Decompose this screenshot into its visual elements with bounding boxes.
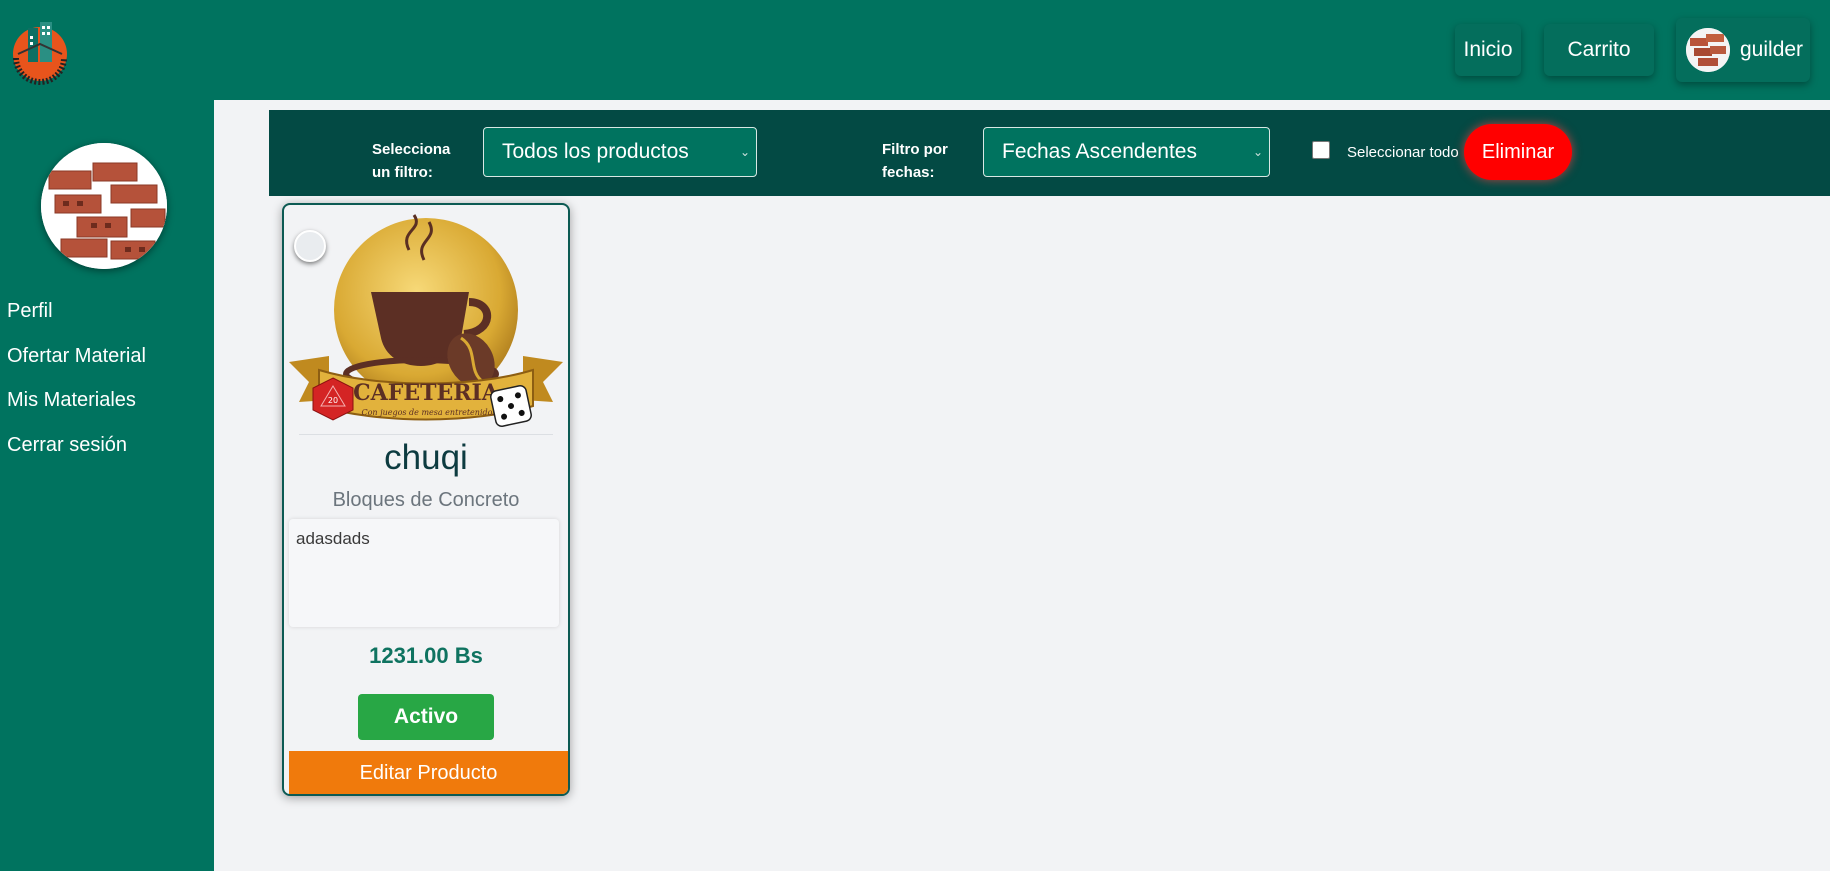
carrito-label: Carrito xyxy=(1567,38,1631,61)
cafeteria-logo-text: CAFETERIA xyxy=(353,380,500,406)
sidebar-item-cerrar-sesion[interactable]: Cerrar sesión xyxy=(7,434,127,457)
product-card: CAFETERIA Con juegos de mesa entretenido… xyxy=(282,203,570,796)
inicio-label: Inicio xyxy=(1463,38,1513,61)
chevron-down-icon: ⌄ xyxy=(1252,145,1263,159)
cafeteria-logo-subtext: Con juegos de mesa entretenidos xyxy=(361,408,496,417)
sidebar-item-mis-materiales[interactable]: Mis Materiales xyxy=(7,389,136,412)
user-name: guilder xyxy=(1740,38,1804,61)
user-avatar xyxy=(1686,28,1730,72)
sidebar-item-perfil[interactable]: Perfil xyxy=(7,300,53,323)
product-filter-select[interactable]: Todos los productos ⌄ xyxy=(483,127,757,177)
filter-bar: Selecciona un filtro: Todos los producto… xyxy=(269,110,1830,196)
select-all-label[interactable]: Seleccionar todo xyxy=(1347,144,1459,161)
select-all-checkbox[interactable] xyxy=(1312,141,1330,159)
status-label: Activo xyxy=(393,705,459,728)
product-description: adasdads xyxy=(289,519,559,627)
product-price: 1231.00 Bs xyxy=(369,643,483,668)
svg-text:20: 20 xyxy=(328,396,338,405)
profile-avatar[interactable] xyxy=(41,143,167,269)
product-image: CAFETERIA Con juegos de mesa entretenido… xyxy=(289,210,563,430)
carrito-button[interactable]: Carrito xyxy=(1544,24,1654,76)
delete-button[interactable]: Eliminar xyxy=(1464,124,1572,180)
product-filter-value: Todos los productos xyxy=(502,140,689,163)
date-filter-select[interactable]: Fechas Ascendentes ⌄ xyxy=(983,127,1270,177)
sidebar-item-ofertar-material[interactable]: Ofertar Material xyxy=(7,345,146,368)
user-menu-button[interactable]: guilder xyxy=(1676,18,1810,82)
chevron-down-icon: ⌄ xyxy=(739,145,750,159)
sidebar: Perfil Ofertar Material Mis Materiales C… xyxy=(0,100,214,871)
product-select-radio[interactable] xyxy=(294,230,326,262)
inicio-button[interactable]: Inicio xyxy=(1455,24,1521,76)
status-active-button[interactable]: Activo xyxy=(358,694,494,740)
brick-building-logo-icon[interactable] xyxy=(8,14,72,86)
edit-product-label: Editar Producto xyxy=(359,761,498,784)
product-name: chuqi xyxy=(384,438,468,477)
delete-label: Eliminar xyxy=(1481,140,1555,163)
date-filter-value: Fechas Ascendentes xyxy=(1002,140,1197,163)
date-filter-label: Filtro por fechas: xyxy=(882,141,948,181)
card-divider xyxy=(299,434,553,435)
product-category: Bloques de Concreto xyxy=(332,489,520,511)
filter-label: Selecciona un filtro: xyxy=(372,141,451,181)
edit-product-button[interactable]: Editar Producto xyxy=(289,751,568,794)
top-header: Inicio Carrito guilder xyxy=(0,0,1830,100)
